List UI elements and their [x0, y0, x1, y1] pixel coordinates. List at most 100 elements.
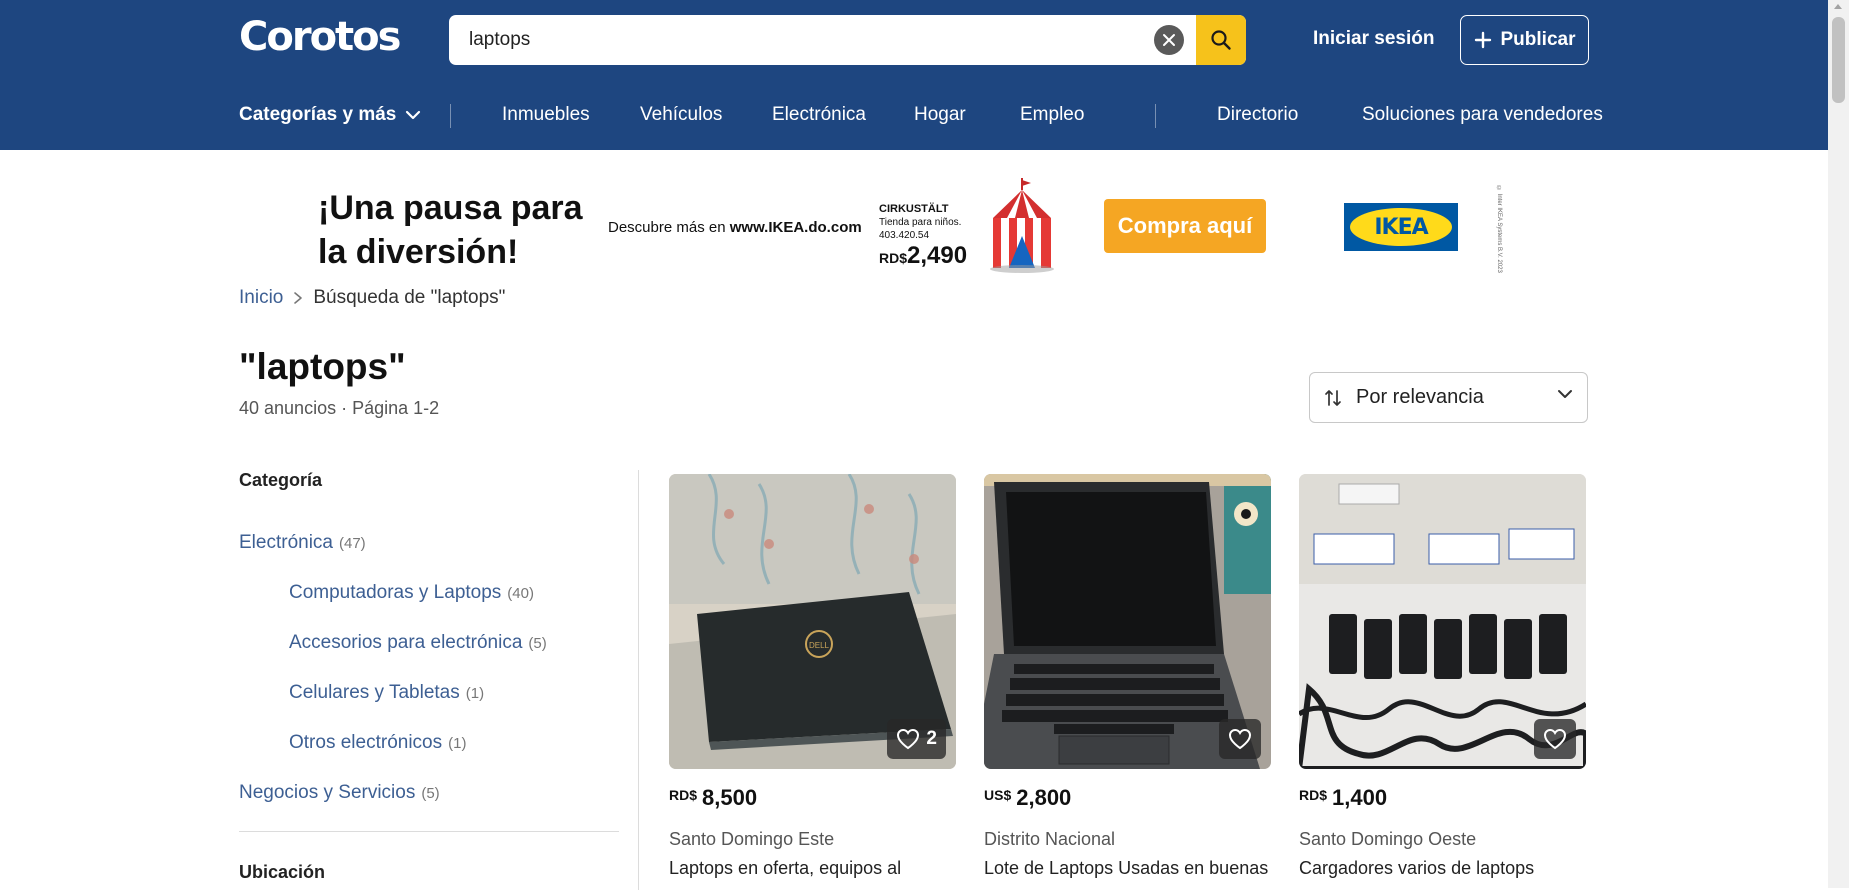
scrollbar-thumb[interactable]: [1832, 17, 1845, 103]
listing-photo[interactable]: [984, 474, 1271, 769]
favorite-count: 2: [926, 728, 937, 749]
heart-icon: [1228, 728, 1252, 750]
nav-divider: [450, 104, 451, 128]
filters-divider: [239, 831, 619, 832]
listing-title[interactable]: Laptops en oferta, equipos al: [669, 858, 956, 879]
listing-location: Santo Domingo Este: [669, 829, 835, 849]
heart-icon: [897, 728, 920, 750]
filter-subcategory-label: Celulares y Tabletas: [289, 682, 460, 703]
filter-category-label: Negocios y Servicios: [239, 782, 416, 803]
banner-product-name: CIRKUSTÄLT: [879, 203, 949, 215]
clear-icon: [1163, 34, 1175, 46]
ikea-logo-text: IKEA: [1350, 208, 1452, 246]
listing-price-value: 1,400: [1332, 785, 1388, 810]
listing-location: Distrito Nacional: [984, 829, 1116, 849]
plus-icon: [1474, 31, 1491, 49]
filter-category-count: (5): [421, 785, 440, 802]
favorite-button[interactable]: 2: [887, 719, 946, 759]
listing-price-value: 2,800: [1016, 785, 1072, 810]
listing-price: RD$ 1,400: [1299, 785, 1586, 811]
ikea-logo: IKEA: [1344, 203, 1458, 251]
banner-headline-line2: la diversión!: [318, 233, 519, 271]
banner-product-price: RD$2,490: [879, 242, 967, 272]
breadcrumb-current: Búsqueda de "laptops": [313, 287, 506, 308]
category-heading: Categoría: [239, 470, 323, 490]
main-nav: Categorías y más Inmuebles Vehículos Ele…: [0, 104, 1828, 130]
nav-item-hogar[interactable]: Hogar: [914, 104, 966, 126]
nav-item-vehiculos[interactable]: Vehículos: [640, 104, 722, 126]
banner-legal: © Inter IKEA Systems B.V. 2023: [1496, 186, 1502, 273]
sort-dropdown[interactable]: Por relevancia: [1309, 372, 1588, 423]
filter-subcategory-label: Accesorios para electrónica: [289, 632, 523, 653]
nav-item-inmuebles[interactable]: Inmuebles: [502, 104, 590, 126]
listing-title[interactable]: Cargadores varios de laptops: [1299, 858, 1586, 879]
filter-subcategory[interactable]: Computadoras y Laptops (40): [289, 582, 534, 604]
listing-photo[interactable]: DELL 2: [669, 474, 956, 769]
nav-item-electronica[interactable]: Electrónica: [772, 104, 866, 126]
filter-subcategory[interactable]: Otros electrónicos (1): [289, 732, 466, 754]
banner-product-desc: Tienda para niños.: [879, 217, 962, 228]
listing-price: RD$ 8,500: [669, 785, 956, 811]
filter-subcategory-count: (5): [528, 635, 547, 652]
search-button[interactable]: [1196, 15, 1246, 65]
breadcrumb: Inicio Búsqueda de "laptops": [239, 287, 505, 309]
filter-subcategory-label: Computadoras y Laptops: [289, 582, 502, 603]
tent-image: [990, 178, 1054, 273]
sort-label: Por relevancia: [1356, 386, 1484, 408]
categories-label: Categorías y más: [239, 104, 397, 125]
banner-product: CIRKUSTÄLT Tienda para niños. 403.420.54…: [879, 203, 967, 272]
listing-title[interactable]: Lote de Laptops Usadas en buenas: [984, 858, 1271, 879]
listing-card[interactable]: RD$ 1,400 Santo Domingo Oeste Cargadores …: [1299, 474, 1586, 879]
listing-card[interactable]: DELL 2 RD$ 8,500 Santo Domingo Este Lapto…: [669, 474, 956, 879]
listing-price: US$ 2,800: [984, 785, 1271, 811]
filters-sidebar: Categoría Electrónica (47) Computadoras y…: [239, 470, 619, 882]
banner-discover-site: www.IKEA.do.com: [729, 219, 862, 236]
breadcrumb-home[interactable]: Inicio: [239, 287, 283, 309]
filter-category-count: (47): [339, 535, 366, 552]
listing-currency: RD$: [1299, 787, 1328, 803]
listing-currency: US$: [984, 787, 1012, 803]
location-heading: Ubicación: [239, 862, 326, 882]
scroll-up-arrow[interactable]: [1834, 4, 1842, 9]
filter-subcategory[interactable]: Celulares y Tabletas (1): [289, 682, 484, 704]
results-count: 40 anuncios · Página 1-2: [239, 398, 440, 418]
filter-subcategory-count: (1): [465, 685, 485, 702]
filter-category[interactable]: Negocios y Servicios (5): [239, 782, 440, 804]
search-bar: [449, 15, 1246, 65]
banner-product-currency: RD$: [879, 250, 908, 266]
clear-search-button[interactable]: [1154, 25, 1184, 55]
filter-category-label: Electrónica: [239, 532, 333, 553]
favorite-button[interactable]: [1219, 719, 1261, 759]
categories-menu[interactable]: Categorías y más: [239, 104, 421, 126]
ad-banner[interactable]: ¡Una pausa para la diversión! Descubre m…: [300, 176, 1538, 276]
banner-discover-text: Descubre más en www.IKEA.do.com: [608, 219, 862, 236]
chevron-right-icon: [294, 292, 303, 304]
filter-subcategory-count: (1): [448, 735, 467, 752]
page-title: "laptops": [239, 346, 406, 387]
favorite-button[interactable]: [1534, 719, 1576, 759]
nav-divider: [1155, 104, 1156, 128]
nav-item-empleo[interactable]: Empleo: [1020, 104, 1084, 126]
search-input[interactable]: [449, 15, 1149, 65]
banner-headline-line1: ¡Una pausa para: [318, 189, 583, 227]
banner-cta-button[interactable]: Compra aquí: [1104, 199, 1266, 253]
listing-price-value: 8,500: [702, 785, 758, 810]
publish-button[interactable]: Publicar: [1460, 15, 1589, 65]
filter-subcategory-count: (40): [507, 585, 534, 602]
listing-card[interactable]: US$ 2,800 Distrito Nacional Lote de Lapto…: [984, 474, 1271, 879]
banner-headline: ¡Una pausa para la diversión!: [318, 186, 583, 274]
listing-location: Santo Domingo Oeste: [1299, 829, 1477, 849]
nav-item-soluciones[interactable]: Soluciones para vendedores: [1362, 104, 1603, 126]
filter-subcategory[interactable]: Accesorios para electrónica (5): [289, 632, 547, 654]
corotos-logo[interactable]: Corotos: [239, 14, 401, 60]
search-icon: [1211, 30, 1231, 50]
listing-photo[interactable]: [1299, 474, 1586, 769]
heart-icon: [1543, 728, 1567, 750]
filter-category[interactable]: Electrónica (47): [239, 532, 366, 554]
login-link[interactable]: Iniciar sesión: [1313, 28, 1434, 50]
listing-currency: RD$: [669, 787, 698, 803]
scrollbar[interactable]: [1828, 0, 1849, 888]
nav-item-directorio[interactable]: Directorio: [1217, 104, 1298, 126]
content-divider: [638, 470, 639, 890]
publish-label: Publicar: [1500, 29, 1576, 50]
